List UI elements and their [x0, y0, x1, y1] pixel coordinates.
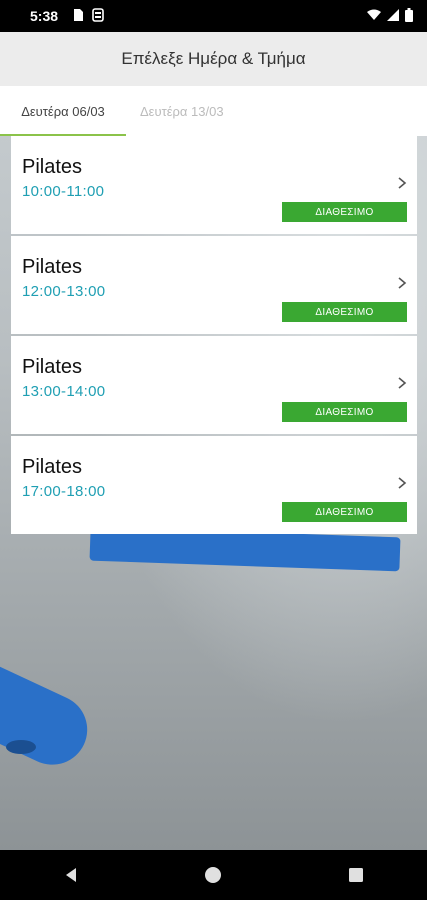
date-tabs: Δευτέρα 06/03 Δευτέρα 13/03 [0, 86, 427, 136]
tab-label: Δευτέρα 13/03 [140, 103, 224, 119]
app-screen: Επέλεξε Ημέρα & Τμήμα Δευτέρα 06/03 Δευτ… [0, 32, 427, 850]
status-right-icons [367, 7, 413, 25]
battery-icon [405, 7, 413, 25]
tab-label: Δευτέρα 06/03 [21, 103, 105, 119]
chevron-right-icon [398, 177, 407, 189]
chevron-right-icon [398, 477, 407, 489]
slot-time: 10:00-11:00 [22, 183, 105, 200]
system-nav-bar [0, 850, 427, 900]
slot-title: Pilates [22, 456, 83, 478]
recents-icon [348, 868, 363, 882]
slot-time: 12:00-13:00 [22, 283, 106, 300]
storage-icon [92, 7, 104, 25]
class-slot-card[interactable]: Pilates 12:00-13:00 ΔΙΑΘΕΣΙΜΟ [11, 236, 417, 334]
availability-badge: ΔΙΑΘΕΣΙΜΟ [282, 302, 407, 322]
class-slot-list: Pilates 10:00-11:00 ΔΙΑΘΕΣΙΜΟ Pilates 12… [11, 136, 417, 536]
status-bar: 5:38 [0, 0, 427, 32]
background-mat-rivet [6, 740, 36, 754]
chevron-right-icon [398, 277, 407, 289]
slot-time: 13:00-14:00 [22, 383, 106, 400]
slot-title: Pilates [22, 156, 83, 178]
availability-badge: ΔΙΑΘΕΣΙΜΟ [282, 502, 407, 522]
status-time: 5:38 [30, 8, 59, 24]
tab-date-1303[interactable]: Δευτέρα 13/03 [126, 86, 236, 136]
home-icon [205, 867, 222, 883]
class-slot-card[interactable]: Pilates 10:00-11:00 ΔΙΑΘΕΣΙΜΟ [11, 136, 417, 234]
home-button[interactable] [193, 855, 233, 895]
page-title: Επέλεξε Ημέρα & Τμήμα [121, 49, 306, 68]
tab-date-0603[interactable]: Δευτέρα 06/03 [0, 86, 126, 136]
recents-button[interactable] [336, 855, 376, 895]
class-slot-card[interactable]: Pilates 13:00-14:00 ΔΙΑΘΕΣΙΜΟ [11, 336, 417, 434]
slot-title: Pilates [22, 356, 83, 378]
wifi-icon [367, 8, 381, 24]
sim-card-icon [72, 8, 84, 25]
availability-badge: ΔΙΑΘΕΣΙΜΟ [282, 402, 407, 422]
app-bar: Επέλεξε Ημέρα & Τμήμα [0, 32, 427, 86]
slot-title: Pilates [22, 256, 83, 278]
signal-icon [387, 8, 399, 24]
chevron-right-icon [398, 377, 407, 389]
back-icon [66, 868, 77, 882]
class-slot-card[interactable]: Pilates 17:00-18:00 ΔΙΑΘΕΣΙΜΟ [11, 436, 417, 534]
phone-frame: 5:38 Επέλεξε Ημέρα & Τμήμα Δευτέρα 06/03… [0, 0, 427, 900]
back-button[interactable] [51, 855, 91, 895]
availability-badge: ΔΙΑΘΕΣΙΜΟ [282, 202, 407, 222]
slot-time: 17:00-18:00 [22, 483, 106, 500]
background-mat [0, 657, 99, 777]
